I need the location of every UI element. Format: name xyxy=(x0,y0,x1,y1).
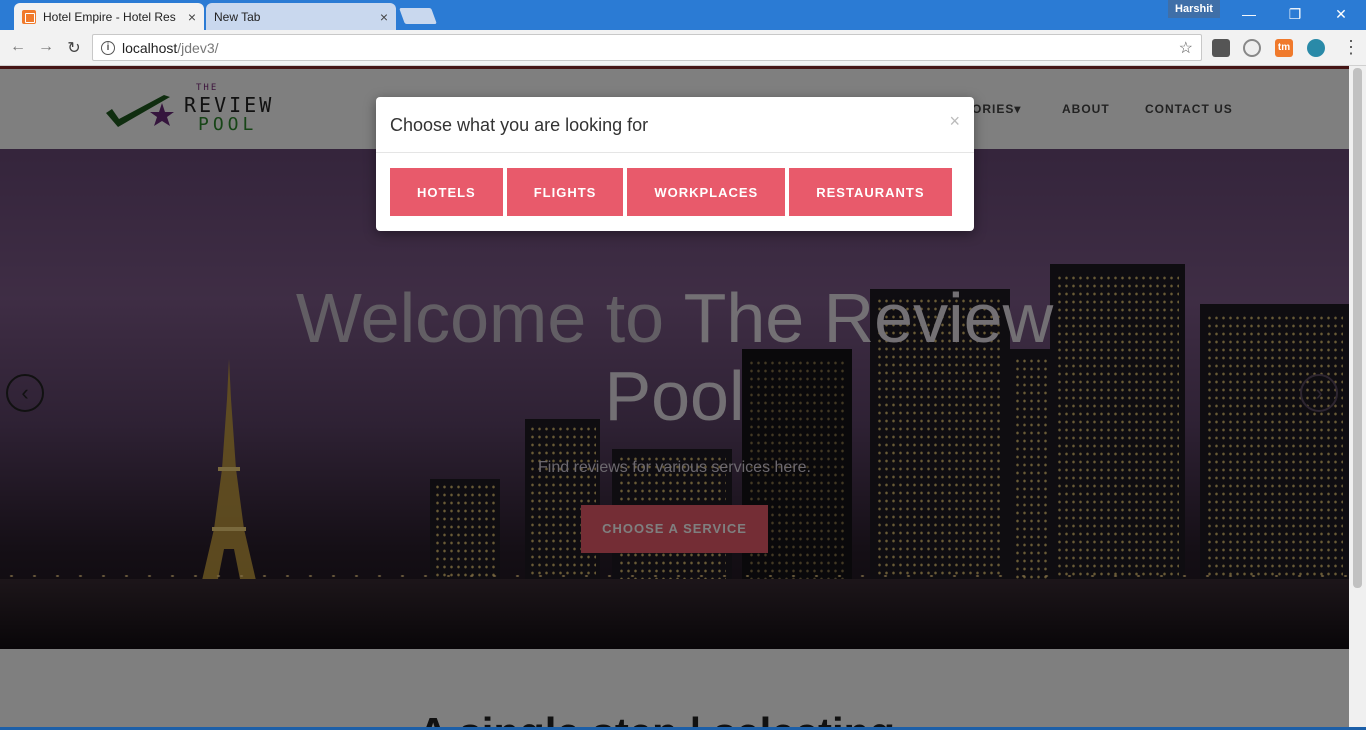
tab-new-tab[interactable]: New Tab × xyxy=(206,3,396,30)
new-tab-button[interactable] xyxy=(399,8,437,24)
extension-circle-icon[interactable] xyxy=(1243,39,1261,57)
forward-arrow-icon[interactable]: → xyxy=(36,38,56,56)
modal-title: Choose what you are looking for xyxy=(390,115,649,135)
modal-close-icon[interactable]: × xyxy=(949,111,960,132)
xampp-favicon-icon xyxy=(22,9,36,24)
address-bar[interactable]: i localhost/jdev3/ ☆ xyxy=(92,34,1202,61)
extension-badge-icon[interactable] xyxy=(1212,39,1230,57)
scrollbar-thumb[interactable] xyxy=(1353,68,1362,588)
hotels-button[interactable]: HOTELS xyxy=(390,168,503,216)
reload-icon[interactable]: ↻ xyxy=(64,38,84,58)
url-path: /jdev3/ xyxy=(177,39,219,56)
bookmark-star-icon[interactable]: ☆ xyxy=(1179,38,1193,58)
extension-chat-icon[interactable] xyxy=(1307,39,1325,57)
tab-close-icon[interactable]: × xyxy=(188,9,196,25)
workplaces-button[interactable]: WORKPLACES xyxy=(627,168,786,216)
tab-title: New Tab xyxy=(214,9,261,24)
page-scrollbar[interactable] xyxy=(1349,66,1366,730)
restore-icon[interactable]: ❐ xyxy=(1272,0,1318,28)
browser-titlebar xyxy=(0,0,1366,30)
tab-title: Hotel Empire - Hotel Res xyxy=(43,9,176,24)
minimize-icon[interactable]: — xyxy=(1226,0,1272,28)
browser-menu-icon[interactable]: ⋮ xyxy=(1342,36,1360,58)
service-modal: Choose what you are looking for × HOTELS… xyxy=(376,97,974,231)
extension-tm-icon[interactable]: tm xyxy=(1275,39,1293,57)
tab-close-icon[interactable]: × xyxy=(380,9,388,25)
restaurants-button[interactable]: RESTAURANTS xyxy=(789,168,952,216)
info-icon[interactable]: i xyxy=(101,40,115,55)
url-host: localhost xyxy=(122,39,178,56)
tab-hotel-empire[interactable]: Hotel Empire - Hotel Res × xyxy=(14,3,204,30)
profile-button[interactable]: Harshit xyxy=(1168,0,1220,18)
flights-button[interactable]: FLIGHTS xyxy=(506,168,624,216)
back-arrow-icon[interactable]: ← xyxy=(8,38,28,56)
modal-header: Choose what you are looking for × xyxy=(376,97,974,153)
close-window-icon[interactable]: ✕ xyxy=(1318,0,1364,28)
modal-body: HOTELS FLIGHTS WORKPLACES RESTAURANTS xyxy=(376,153,974,231)
